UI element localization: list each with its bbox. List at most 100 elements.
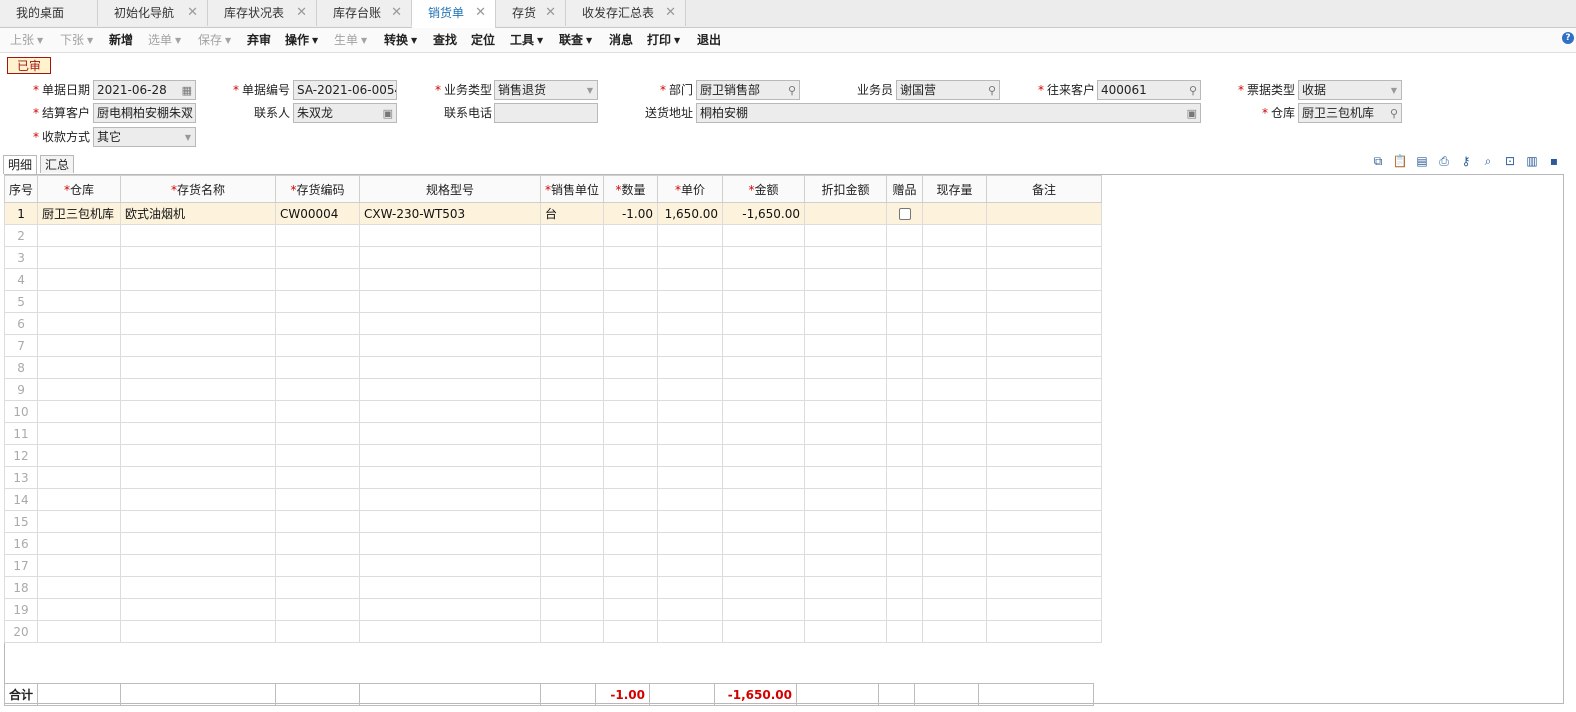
operate-menu[interactable]: 操作 ▼ (285, 28, 318, 52)
new-button[interactable]: 新增 (109, 28, 133, 52)
close-icon[interactable]: ✕ (391, 0, 402, 26)
col-stock[interactable]: 现存量 (922, 175, 988, 203)
close-icon[interactable]: ✕ (187, 0, 198, 26)
search-icon[interactable]: ⚲ (1189, 82, 1197, 99)
search-icon[interactable]: ⚲ (1390, 105, 1398, 122)
settle-customer-label[interactable]: * 结算客户 (0, 103, 90, 123)
next-button[interactable]: 下张 ▼ (60, 28, 93, 52)
edit-icon[interactable]: ▣ (1187, 105, 1197, 122)
close-icon[interactable]: ✕ (545, 0, 556, 26)
date-field[interactable]: 2021-06-28 ▦ (93, 80, 196, 100)
col-amount[interactable]: *金额 (722, 175, 806, 203)
unaudit-button[interactable]: 弃审 (247, 28, 271, 52)
cell-spec[interactable]: CXW-230-WT503 (359, 202, 542, 225)
select-order-button[interactable]: 选单 ▼ (148, 28, 181, 52)
edit-icon[interactable]: ▣ (383, 105, 393, 122)
table-row[interactable]: 5 (3, 290, 1103, 313)
close-icon[interactable]: ✕ (296, 0, 307, 26)
col-unit[interactable]: *销售单位 (540, 175, 605, 203)
preview-icon[interactable]: ⌕ (1480, 153, 1496, 169)
calendar-icon[interactable]: ▦ (182, 82, 192, 99)
col-price[interactable]: *单价 (657, 175, 724, 203)
search-icon[interactable]: ⚲ (184, 105, 192, 122)
cell-unit[interactable]: 台 (540, 202, 605, 225)
table-row[interactable]: 20 (3, 620, 1103, 643)
search-icon[interactable]: ⚲ (988, 82, 996, 99)
table-row[interactable]: 15 (3, 510, 1103, 533)
biz-type-select[interactable]: 销售退货 ▼ (494, 80, 598, 100)
cell-warehouse[interactable]: 厨卫三包机库 (37, 202, 122, 225)
col-name[interactable]: *存货名称 (120, 175, 277, 203)
locate-button[interactable]: 定位 (471, 28, 495, 52)
warehouse-field[interactable]: 厨卫三包机库 ⚲ (1298, 103, 1402, 123)
table-row[interactable]: 2 (3, 224, 1103, 247)
col-code[interactable]: *存货编码 (275, 175, 361, 203)
invoice-type-select[interactable]: 收据 ▼ (1298, 80, 1402, 100)
save-icon[interactable]: ▪ (1546, 153, 1562, 169)
settle-customer-field[interactable]: 厨电桐柏安棚朱双 ⚲ (93, 103, 196, 123)
gift-checkbox[interactable] (898, 208, 911, 220)
tab-sales-order[interactable]: 销货单 ✕ (412, 0, 496, 28)
tab-stock-status[interactable]: 库存状况表 ✕ (208, 0, 317, 26)
table-row[interactable]: 14 (3, 488, 1103, 511)
generate-button[interactable]: 生单 ▼ (334, 28, 367, 52)
exit-button[interactable]: 退出 (697, 28, 721, 52)
close-icon[interactable]: ✕ (475, 0, 486, 26)
link-query-menu[interactable]: 联查 ▼ (559, 28, 592, 52)
table-row[interactable]: 10 (3, 400, 1103, 423)
cell-gift[interactable] (886, 202, 924, 225)
doc-no-field[interactable]: SA-2021-06-0054 (293, 80, 397, 100)
cell-price[interactable]: 1,650.00 (657, 202, 724, 225)
contact-field[interactable]: 朱双龙 ▣ (293, 103, 397, 123)
col-qty[interactable]: *数量 (603, 175, 659, 203)
table-row[interactable]: 9 (3, 378, 1103, 401)
tab-stock-ledger[interactable]: 库存台账 ✕ (317, 0, 412, 26)
copy-icon[interactable]: ⧉ (1370, 153, 1386, 169)
table-row[interactable]: 7 (3, 334, 1103, 357)
table-row[interactable]: 18 (3, 576, 1103, 599)
print-icon[interactable]: ⎙ (1436, 153, 1452, 169)
cell-name[interactable]: 欧式油烟机 (120, 202, 277, 225)
cell-discount[interactable] (804, 202, 888, 225)
table-row[interactable]: 16 (3, 532, 1103, 555)
table-row[interactable]: 17 (3, 554, 1103, 577)
col-gift[interactable]: 赠品 (886, 175, 924, 203)
table-row[interactable]: 11 (3, 422, 1103, 445)
payment-select[interactable]: 其它 ▼ (93, 127, 196, 147)
dept-field[interactable]: 厨卫销售部 ⚲ (696, 80, 800, 100)
excel-icon[interactable]: ▤ (1414, 153, 1430, 169)
cell-qty[interactable]: -1.00 (603, 202, 659, 225)
tools-menu[interactable]: 工具 ▼ (510, 28, 543, 52)
col-discount[interactable]: 折扣金额 (804, 175, 888, 203)
prev-button[interactable]: 上张 ▼ (10, 28, 43, 52)
key-icon[interactable]: ⚷ (1458, 153, 1474, 169)
chevron-down-icon[interactable]: ▼ (185, 129, 191, 146)
table-row[interactable]: 1 厨卫三包机库 欧式油烟机 CW00004 CXW-230-WT503 台 -… (3, 202, 1103, 225)
col-spec[interactable]: 规格型号 (359, 175, 542, 203)
cell-amount[interactable]: -1,650.00 (722, 202, 806, 225)
table-row[interactable]: 19 (3, 598, 1103, 621)
table-row[interactable]: 8 (3, 356, 1103, 379)
convert-menu[interactable]: 转换 ▼ (384, 28, 417, 52)
print-menu[interactable]: 打印 ▼ (647, 28, 680, 52)
tab-init-nav[interactable]: 初始化导航 ✕ (98, 0, 208, 26)
table-row[interactable]: 12 (3, 444, 1103, 467)
chevron-down-icon[interactable]: ▼ (1391, 82, 1397, 99)
table-row[interactable]: 13 (3, 466, 1103, 489)
search-icon[interactable]: ⚲ (788, 82, 796, 99)
cell-remark[interactable] (986, 202, 1103, 225)
customer-field[interactable]: 400061 ⚲ (1097, 80, 1201, 100)
salesman-field[interactable]: 谢国营 ⚲ (896, 80, 1000, 100)
help-icon[interactable]: ? (1562, 32, 1574, 44)
paste-icon[interactable]: 📋 (1392, 153, 1408, 169)
find-button[interactable]: 查找 (433, 28, 457, 52)
col-warehouse[interactable]: *仓库 (37, 175, 122, 203)
tab-summary[interactable]: 汇总 (40, 155, 75, 173)
zoom-icon[interactable]: ⊡ (1502, 153, 1518, 169)
tab-detail[interactable]: 明细 (3, 155, 38, 174)
message-button[interactable]: 消息 (609, 28, 633, 52)
col-remark[interactable]: 备注 (986, 175, 1103, 203)
table-row[interactable]: 4 (3, 268, 1103, 291)
save-button[interactable]: 保存 ▼ (198, 28, 231, 52)
tab-inventory[interactable]: 存货 ✕ (496, 0, 566, 26)
